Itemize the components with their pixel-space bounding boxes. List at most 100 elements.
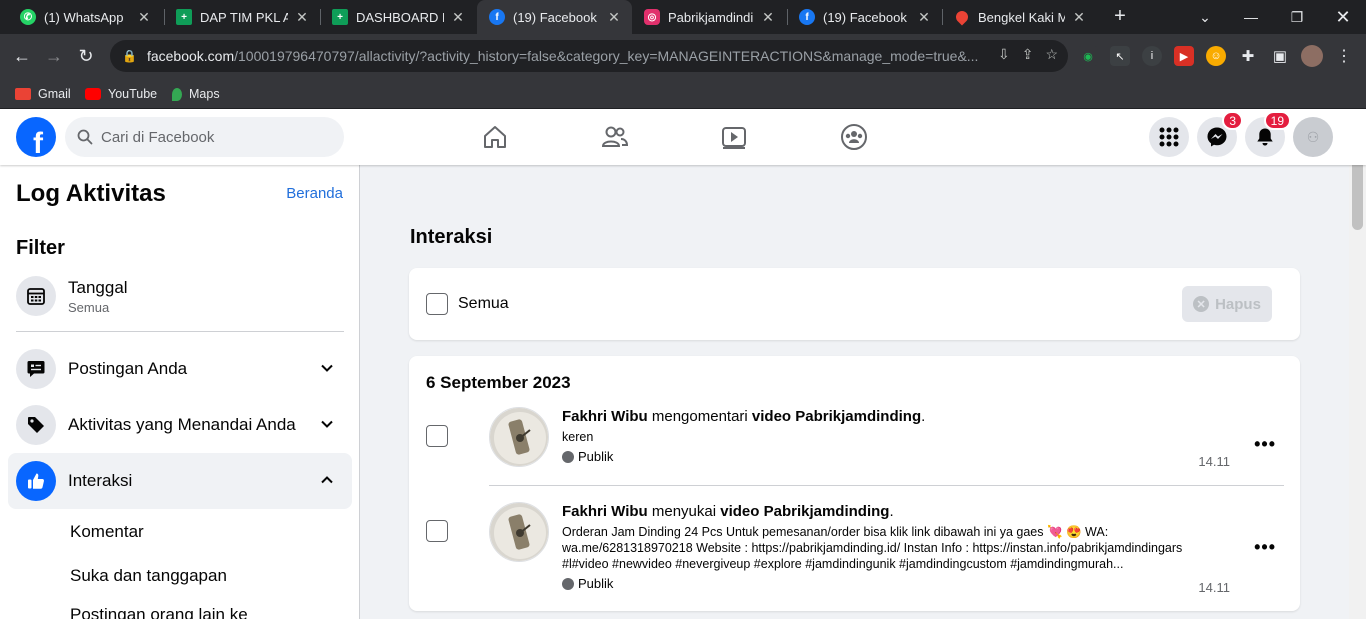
gmail-icon	[15, 88, 31, 100]
bookmark-label: YouTube	[108, 87, 158, 101]
bookmark-maps[interactable]: Maps	[172, 83, 220, 105]
delete-button[interactable]: ✕ Hapus	[1182, 286, 1272, 322]
reload-icon[interactable]: ↻	[74, 44, 98, 68]
tab-close-icon[interactable]: ✕	[136, 9, 152, 26]
bookmark-gmail[interactable]: Gmail	[15, 83, 71, 105]
extension-red-icon[interactable]: ▶	[1174, 46, 1194, 66]
tab-close-icon[interactable]: ✕	[450, 9, 466, 26]
item-divider	[489, 485, 1284, 486]
restore-window-icon[interactable]: ❐	[1274, 0, 1320, 34]
side-panel-icon[interactable]: ▣	[1270, 46, 1290, 66]
search-input[interactable]	[101, 128, 321, 146]
maps-icon	[953, 8, 971, 26]
facebook-search-box[interactable]	[65, 117, 344, 157]
chevron-down-icon	[321, 364, 333, 372]
tab-title: (1) WhatsApp	[44, 9, 124, 25]
privacy-indicator: Publik	[562, 449, 1222, 464]
facebook-logo[interactable]: f	[16, 117, 56, 157]
object-link[interactable]: video Pabrikjamdinding	[752, 408, 921, 425]
extension-cursor-icon[interactable]: ↖	[1110, 46, 1130, 66]
select-all-checkbox[interactable]	[426, 293, 448, 315]
sidebar-divider	[16, 331, 344, 332]
tab-title: (19) Facebook	[823, 9, 907, 25]
extensions-puzzle-icon[interactable]: ✚	[1238, 46, 1258, 66]
extension-face-icon[interactable]: ☺	[1206, 46, 1226, 66]
action-verb: menyukai	[647, 503, 721, 520]
tab-title: (19) Facebook	[513, 9, 597, 25]
new-tab-button[interactable]: +	[1109, 6, 1131, 28]
action-verb: mengomentari	[647, 408, 752, 425]
more-options-icon[interactable]: •••	[1254, 537, 1276, 558]
video-nav-icon[interactable]	[678, 117, 790, 157]
chrome-menu-icon[interactable]: ⋮	[1334, 46, 1354, 66]
tab-title: Bengkel Kaki Mol	[978, 9, 1065, 25]
friends-nav-icon[interactable]	[559, 117, 671, 157]
video-thumbnail[interactable]	[489, 502, 549, 562]
video-thumbnail[interactable]	[489, 407, 549, 467]
facebook-icon: f	[799, 9, 815, 25]
browser-tab-maps[interactable]: Bengkel Kaki Mol ✕	[942, 0, 1097, 34]
sidebar-item-your-posts[interactable]: Postingan Anda	[8, 341, 352, 397]
sidebar-subitem-likes-reactions[interactable]: Suka dan tanggapan	[70, 566, 227, 586]
browser-tab-facebook-active[interactable]: f (19) Facebook ✕	[477, 0, 632, 34]
tab-search-chevron-icon[interactable]: ⌄	[1182, 0, 1228, 34]
menu-grid-button[interactable]	[1149, 117, 1189, 157]
minimize-window-icon[interactable]: —	[1228, 0, 1274, 34]
tab-close-icon[interactable]: ✕	[294, 9, 310, 26]
filter-heading: Filter	[16, 237, 65, 259]
browser-tab-instagram[interactable]: ◎ Pabrikjamdinding ✕	[632, 0, 786, 34]
share-icon[interactable]: ⇪	[1022, 46, 1034, 63]
extension-eye-icon[interactable]: ◉	[1078, 46, 1098, 66]
page-scrollbar[interactable]	[1349, 109, 1366, 619]
account-avatar[interactable]: ⚇	[1293, 117, 1333, 157]
browser-tab-whatsapp[interactable]: ✆ (1) WhatsApp ✕	[8, 0, 162, 34]
actor-name[interactable]: Fakhri Wibu	[562, 408, 648, 425]
install-icon[interactable]: ⇩	[998, 46, 1010, 63]
delete-button-label: Hapus	[1215, 295, 1261, 313]
sidebar-item-tagged-activity[interactable]: Aktivitas yang Menandai Anda	[8, 397, 352, 453]
post-caption: Orderan Jam Dinding 24 Pcs Untuk pemesan…	[562, 525, 1183, 571]
tag-icon	[16, 405, 56, 445]
bookmark-star-icon[interactable]: ☆	[1045, 46, 1058, 63]
browser-tab-sheets-1[interactable]: + DAP TIM PKL Aru ✕	[164, 0, 320, 34]
notifications-button[interactable]: 19	[1245, 111, 1291, 157]
browser-tab-facebook-2[interactable]: f (19) Facebook ✕	[787, 0, 942, 34]
home-nav-icon[interactable]	[439, 117, 551, 157]
actor-name[interactable]: Fakhri Wibu	[562, 503, 648, 520]
tab-close-icon[interactable]: ✕	[606, 9, 622, 26]
close-window-icon[interactable]: ✕	[1320, 0, 1366, 34]
sidebar-subitem-posts-by-others[interactable]: Postingan orang lain ke	[70, 605, 248, 619]
bookmark-youtube[interactable]: YouTube	[85, 83, 157, 105]
tab-close-icon[interactable]: ✕	[1071, 9, 1087, 26]
extension-info-icon[interactable]: i	[1142, 46, 1162, 66]
item-checkbox[interactable]	[426, 425, 448, 447]
tab-close-icon[interactable]: ✕	[760, 9, 776, 26]
sidebar-item-label: Interaksi	[68, 471, 133, 490]
bulk-actions-card: Semua ✕ Hapus	[409, 268, 1300, 340]
messenger-button[interactable]: 3	[1197, 111, 1243, 157]
delete-x-icon: ✕	[1193, 296, 1210, 312]
more-options-icon[interactable]: •••	[1254, 434, 1276, 455]
globe-icon	[562, 577, 574, 590]
sidebar-item-interactions[interactable]: Interaksi	[8, 453, 352, 509]
forward-arrow-icon[interactable]: →	[42, 44, 66, 68]
grid-menu-icon	[1159, 127, 1179, 147]
profile-avatar[interactable]	[1301, 45, 1323, 67]
home-link[interactable]: Beranda	[286, 185, 343, 202]
lock-icon: 🔒	[122, 49, 137, 63]
section-title: Interaksi	[410, 226, 493, 248]
item-timestamp: 14.11	[1198, 454, 1230, 469]
back-arrow-icon[interactable]: ←	[10, 44, 34, 68]
messenger-icon	[1207, 127, 1227, 147]
sidebar-subitem-comments[interactable]: Komentar	[70, 522, 144, 542]
whatsapp-icon: ✆	[20, 9, 36, 25]
privacy-label: Publik	[578, 449, 614, 464]
tab-close-icon[interactable]: ✕	[916, 9, 932, 26]
item-checkbox[interactable]	[426, 520, 448, 542]
groups-nav-icon[interactable]	[798, 117, 910, 157]
date-filter[interactable]: Tanggal Semua	[8, 268, 352, 324]
object-link[interactable]: video Pabrikjamdinding	[720, 503, 889, 520]
browser-tab-sheets-2[interactable]: + DASHBOARD RU ✕	[320, 0, 476, 34]
address-bar[interactable]: 🔒 facebook.com/100019796470797/allactivi…	[110, 40, 1068, 72]
chevron-up-icon	[321, 476, 333, 484]
